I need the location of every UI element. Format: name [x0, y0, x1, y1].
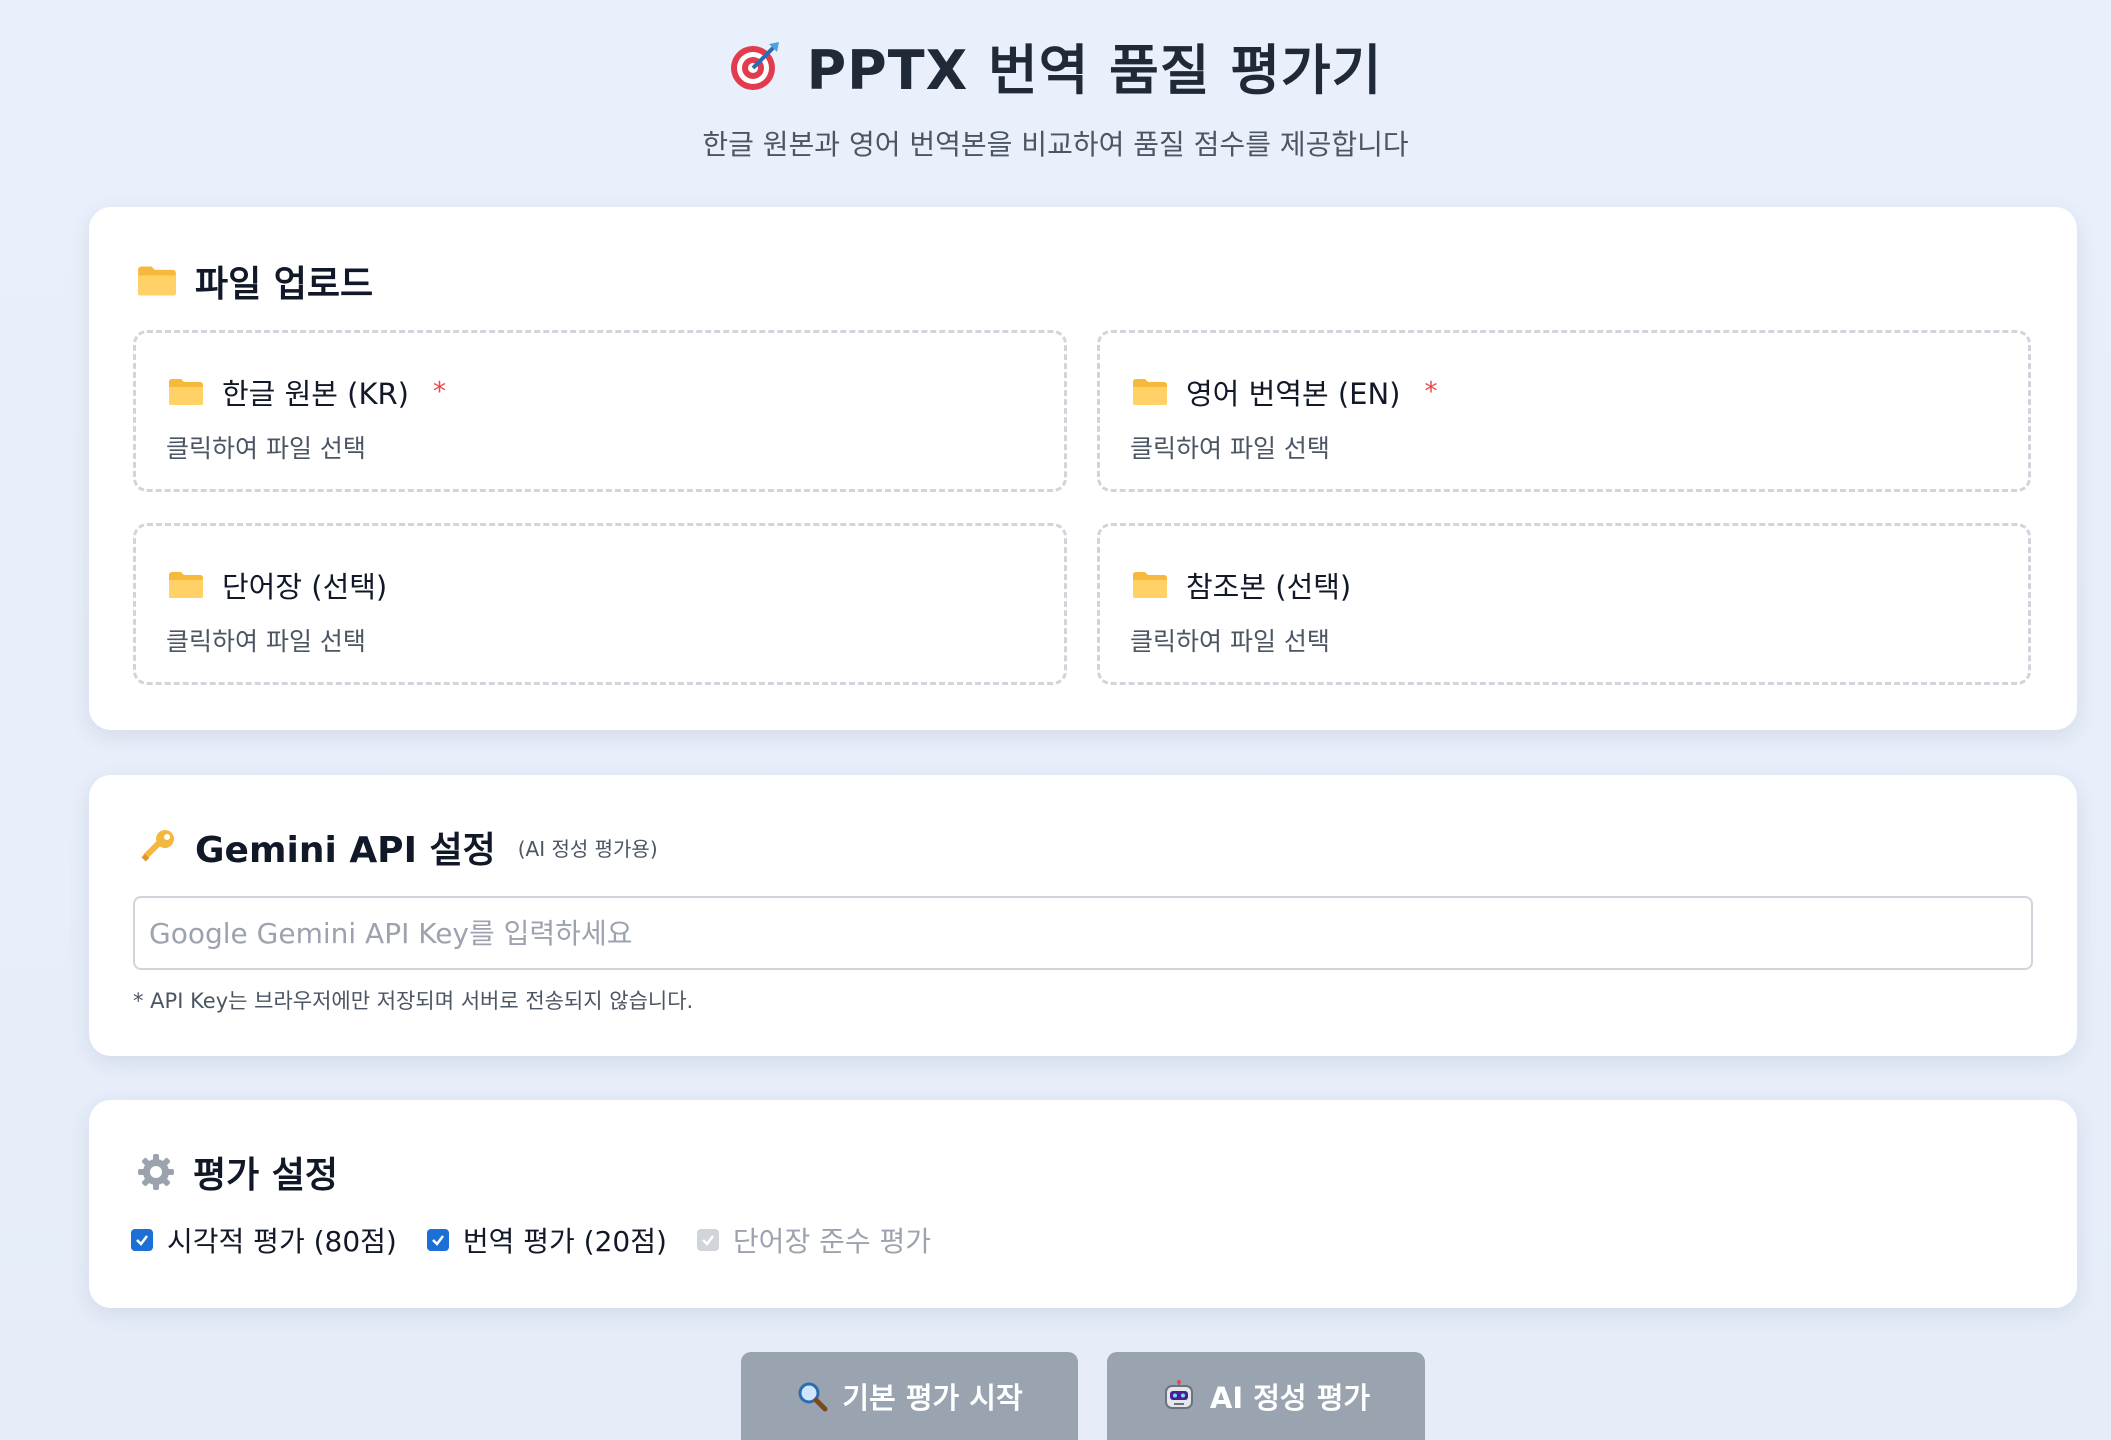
checkbox-visual-eval[interactable]: [131, 1229, 153, 1251]
basic-eval-button-label: 기본 평가 시작: [842, 1381, 1023, 1415]
upload-en-hint: 클릭하여 파일 선택: [1130, 434, 1330, 463]
check-icon: [702, 1235, 714, 1246]
api-settings-subtitle: (AI 정성 평가용): [517, 836, 658, 861]
required-marker: *: [1424, 377, 1438, 407]
option-glossary-eval: 단어장 준수 평가: [696, 1220, 932, 1260]
page-subtitle: 한글 원본과 영어 번역본을 비교하여 품질 점수를 제공합니다: [702, 128, 1409, 161]
file-upload-title: 파일 업로드: [137, 255, 373, 307]
page-header: PPTX 번역 품질 평가기 한글 원본과 영어 번역본을 비교하여 품질 점수…: [0, 0, 2111, 163]
option-translation-eval[interactable]: 번역 평가 (20점): [426, 1220, 667, 1260]
file-upload-card: 파일 업로드 한글 원본 (KR) * 클릭하여 파일 선택 영어 번역본 (E…: [89, 207, 2077, 730]
page-title: PPTX 번역 품질 평가기: [729, 26, 1383, 105]
ai-eval-button-label: AI 정성 평가: [1209, 1381, 1371, 1415]
api-settings-card: Gemini API 설정 (AI 정성 평가용) * API Key는 브라우…: [89, 775, 2077, 1056]
page-title-text: PPTX 번역 품질 평가기: [806, 39, 1383, 102]
required-marker: *: [432, 377, 446, 407]
upload-glossary-label-text: 단어장 (선택): [222, 570, 388, 604]
check-icon: [431, 1235, 444, 1246]
robot-icon: [1164, 1380, 1193, 1409]
upload-reference-label-text: 참조본 (선택): [1186, 570, 1352, 604]
upload-kr-label-text: 한글 원본 (KR): [222, 377, 409, 411]
gear-icon: [138, 1154, 174, 1190]
upload-reference-label: 참조본 (선택): [1132, 564, 1351, 606]
upload-glossary-label: 단어장 (선택): [168, 564, 387, 606]
folder-icon: [1133, 572, 1167, 598]
evaluation-options: 시각적 평가 (80점) 번역 평가 (20점) 단어장 준수 평가: [131, 1220, 931, 1260]
checkbox-translation-eval[interactable]: [426, 1229, 449, 1251]
upload-en-label: 영어 번역본 (EN) *: [1132, 371, 1437, 413]
check-icon: [136, 1235, 148, 1246]
upload-reference-hint: 클릭하여 파일 선택: [1130, 627, 1330, 656]
option-visual-eval[interactable]: 시각적 평가 (80점): [131, 1220, 397, 1260]
api-key-note: * API Key는 브라우저에만 저장되며 서버로 전송되지 않습니다.: [133, 989, 694, 1013]
upload-reference[interactable]: 참조본 (선택) 클릭하여 파일 선택: [1097, 523, 2031, 685]
upload-en-label-text: 영어 번역본 (EN): [1186, 377, 1401, 411]
target-icon: [730, 41, 779, 90]
api-settings-title: Gemini API 설정 (AI 정성 평가용): [137, 821, 658, 873]
magnifier-icon: [798, 1382, 828, 1412]
ai-eval-button[interactable]: AI 정성 평가: [1107, 1352, 1425, 1440]
folder-icon: [169, 572, 203, 598]
upload-kr-label: 한글 원본 (KR) *: [168, 371, 446, 413]
file-upload-title-text: 파일 업로드: [195, 264, 374, 305]
evaluation-settings-title: 평가 설정: [137, 1146, 338, 1198]
option-translation-eval-label: 번역 평가 (20점): [462, 1225, 667, 1258]
upload-kr-hint: 클릭하여 파일 선택: [166, 434, 366, 463]
upload-en-translation[interactable]: 영어 번역본 (EN) * 클릭하여 파일 선택: [1097, 330, 2031, 492]
api-key-input[interactable]: [133, 896, 2033, 970]
upload-glossary[interactable]: 단어장 (선택) 클릭하여 파일 선택: [133, 523, 1067, 685]
basic-eval-button[interactable]: 기본 평가 시작: [741, 1352, 1078, 1440]
folder-icon: [169, 379, 203, 405]
key-icon: [141, 830, 174, 862]
upload-kr-original[interactable]: 한글 원본 (KR) * 클릭하여 파일 선택: [133, 330, 1067, 492]
option-visual-eval-label: 시각적 평가 (80점): [167, 1225, 397, 1258]
evaluation-settings-card: 평가 설정 시각적 평가 (80점) 번역 평가 (20점) 단어장 준수 평가: [89, 1100, 2077, 1308]
evaluation-settings-title-text: 평가 설정: [193, 1155, 339, 1196]
api-settings-title-text: Gemini API 설정: [195, 830, 496, 871]
folder-icon: [138, 266, 176, 296]
folder-icon: [1133, 379, 1167, 405]
option-glossary-eval-label: 단어장 준수 평가: [732, 1225, 932, 1258]
checkbox-glossary-eval: [696, 1229, 719, 1251]
upload-glossary-hint: 클릭하여 파일 선택: [166, 627, 366, 656]
